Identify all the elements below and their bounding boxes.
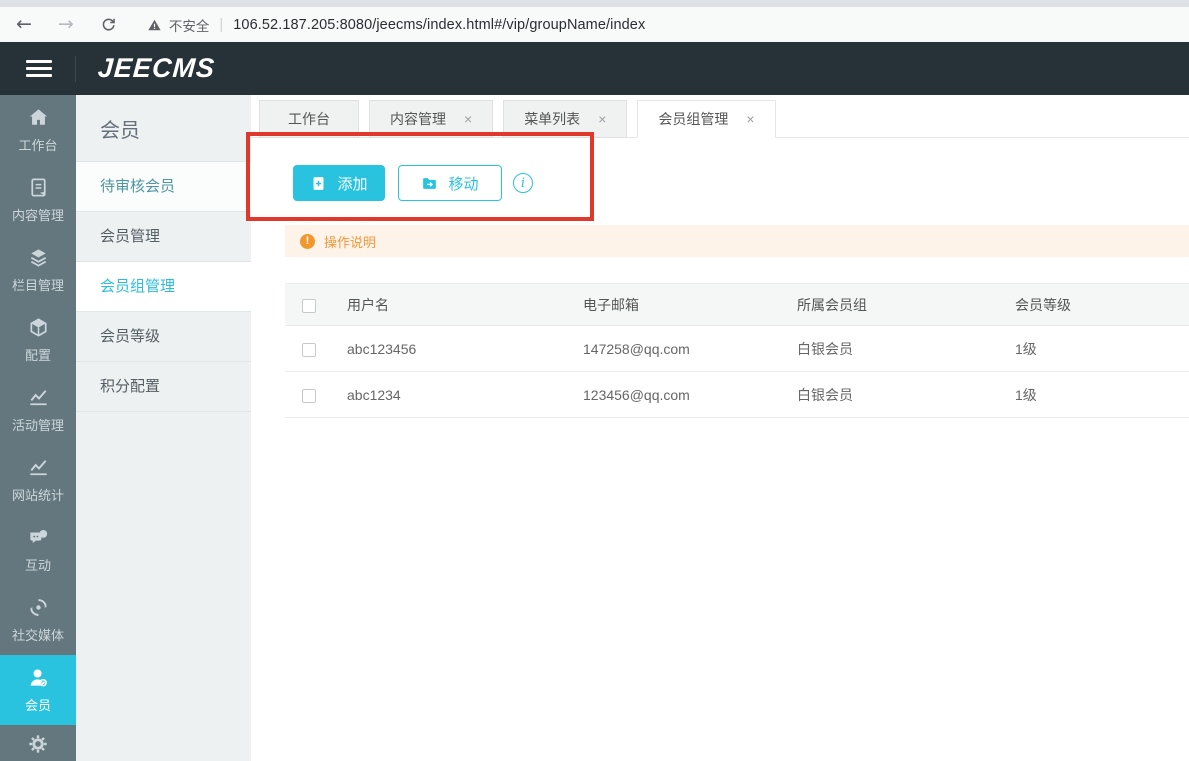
gear-icon [29, 735, 47, 753]
browser-toolbar: ← → 不安全 | 106.52.187.205:8080/jeecms/ind… [0, 7, 1189, 42]
rail-item-content[interactable]: 内容管理 [0, 165, 76, 235]
back-icon[interactable]: ← [16, 15, 32, 34]
rail-item-columns[interactable]: 栏目管理 [0, 235, 76, 305]
cell-level: 1级 [1015, 371, 1189, 418]
close-icon[interactable]: × [746, 112, 754, 126]
rail-label: 会员 [24, 698, 51, 713]
cube-icon [29, 318, 47, 337]
submenu-item-points-config[interactable]: 积分配置 [76, 362, 251, 412]
cell-level: 1级 [1015, 325, 1189, 372]
home-icon [29, 109, 47, 125]
rail-item-interaction[interactable]: 互动 [0, 515, 76, 585]
rail-item-members[interactable]: 会员 [0, 655, 76, 725]
browser-chrome: ← → 不安全 | 106.52.187.205:8080/jeecms/ind… [0, 0, 1189, 42]
table-header-row: 用户名 电子邮箱 所属会员组 会员等级 [285, 283, 1189, 326]
rail-label: 内容管理 [11, 208, 64, 223]
submenu-item-member-levels[interactable]: 会员等级 [76, 312, 251, 362]
submenu-item-member-management[interactable]: 会员管理 [76, 212, 251, 262]
tab-workbench[interactable]: 工作台 [259, 100, 359, 138]
row-checkbox[interactable] [302, 388, 316, 403]
not-secure-warning-icon [148, 19, 161, 30]
omnibox-separator: | [219, 16, 224, 33]
col-header-username: 用户名 [347, 283, 583, 326]
rail-label: 工作台 [18, 138, 58, 153]
notice-text[interactable]: 操作说明 [324, 232, 376, 251]
address-bar[interactable]: 不安全 | 106.52.187.205:8080/jeecms/index.h… [147, 15, 645, 35]
tab-label: 菜单列表 [524, 111, 581, 127]
rail-item-social[interactable]: 社交媒体 [0, 585, 76, 655]
url-text[interactable]: 106.52.187.205:8080/jeecms/index.html#/v… [233, 17, 645, 33]
rail-item-config[interactable]: 配置 [0, 305, 76, 375]
app-logo: JEECMS [96, 53, 217, 83]
nav-rail: 工作台 内容管理 栏目管理 配置 活动管理 网站统计 互动 社交媒体 会员 [0, 95, 76, 761]
chat-bubbles-icon [29, 530, 47, 544]
rail-label: 配置 [24, 348, 51, 363]
tab-label: 内容管理 [390, 111, 446, 127]
cell-group: 白银会员 [797, 325, 1015, 372]
rail-label: 栏目管理 [11, 278, 64, 293]
close-icon[interactable]: × [464, 112, 472, 126]
rail-label: 活动管理 [11, 418, 64, 433]
cell-email: 123456@qq.com [583, 371, 797, 418]
rail-item-statistics[interactable]: 网站统计 [0, 445, 76, 515]
trend-chart-icon [29, 390, 47, 406]
menu-toggle-icon[interactable] [26, 56, 52, 81]
info-icon[interactable]: i [513, 173, 533, 193]
submenu-title: 会员 [76, 95, 251, 162]
toolbar: 添加 移动 i [251, 138, 1189, 201]
member-check-icon [30, 669, 47, 687]
cell-username: abc1234 [347, 371, 583, 418]
table-row[interactable]: abc123456 147258@qq.com 白银会员 1级 [285, 325, 1189, 372]
add-file-icon [314, 176, 324, 190]
move-folder-icon [423, 177, 437, 189]
tab-bar: 工作台 内容管理 × 菜单列表 × 会员组管理 × [251, 95, 1189, 138]
submenu-item-pending-members[interactable]: 待审核会员 [76, 162, 251, 212]
col-header-level: 会员等级 [1015, 283, 1189, 326]
col-header-group: 所属会员组 [797, 283, 1015, 326]
document-icon [30, 178, 46, 197]
rail-label: 互动 [24, 558, 51, 573]
orbit-icon [29, 599, 47, 616]
submenu-item-member-groups[interactable]: 会员组管理 [76, 262, 251, 312]
tab-label: 会员组管理 [658, 111, 729, 127]
tab-menu-list[interactable]: 菜单列表 × [503, 100, 628, 138]
security-label: 不安全 [168, 18, 210, 34]
forward-icon[interactable]: → [58, 15, 74, 34]
app-header: JEECMS [0, 42, 1189, 95]
col-header-email: 电子邮箱 [583, 283, 797, 326]
select-all-checkbox[interactable] [302, 298, 316, 313]
exclamation-icon: ! [300, 233, 315, 249]
layers-icon [30, 249, 46, 267]
rail-item-activity[interactable]: 活动管理 [0, 375, 76, 445]
cell-email: 147258@qq.com [583, 325, 797, 372]
main-panel: 工作台 内容管理 × 菜单列表 × 会员组管理 × 添加 移动 i ! 操作说明… [251, 95, 1189, 761]
tab-content-management[interactable]: 内容管理 × [369, 100, 494, 138]
rail-item-workbench[interactable]: 工作台 [0, 95, 76, 165]
rail-label: 网站统计 [11, 488, 64, 503]
trend-chart-icon [29, 460, 47, 476]
add-button[interactable]: 添加 [293, 165, 385, 201]
tab-label: 工作台 [288, 111, 330, 127]
tab-member-groups[interactable]: 会员组管理 × [637, 100, 776, 138]
cell-group: 白银会员 [797, 371, 1015, 418]
workspace: 工作台 内容管理 栏目管理 配置 活动管理 网站统计 互动 社交媒体 会员 会员… [0, 95, 1189, 761]
members-table: 用户名 电子邮箱 所属会员组 会员等级 abc123456 147258@qq.… [285, 283, 1189, 418]
close-icon[interactable]: × [598, 112, 606, 126]
table-row[interactable]: abc1234 123456@qq.com 白银会员 1级 [285, 371, 1189, 418]
notice-bar: ! 操作说明 [285, 225, 1189, 257]
header-divider [75, 55, 76, 82]
add-button-label: 添加 [337, 175, 368, 193]
rail-item-settings[interactable] [0, 725, 76, 761]
refresh-icon[interactable] [100, 16, 117, 33]
submenu-panel: 会员 待审核会员 会员管理 会员组管理 会员等级 积分配置 [76, 95, 251, 761]
move-button-label: 移动 [448, 175, 479, 193]
move-button[interactable]: 移动 [398, 165, 502, 201]
row-checkbox[interactable] [302, 342, 316, 357]
cell-username: abc123456 [347, 325, 583, 372]
rail-label: 社交媒体 [11, 628, 64, 643]
browser-tab-strip [0, 0, 1189, 7]
